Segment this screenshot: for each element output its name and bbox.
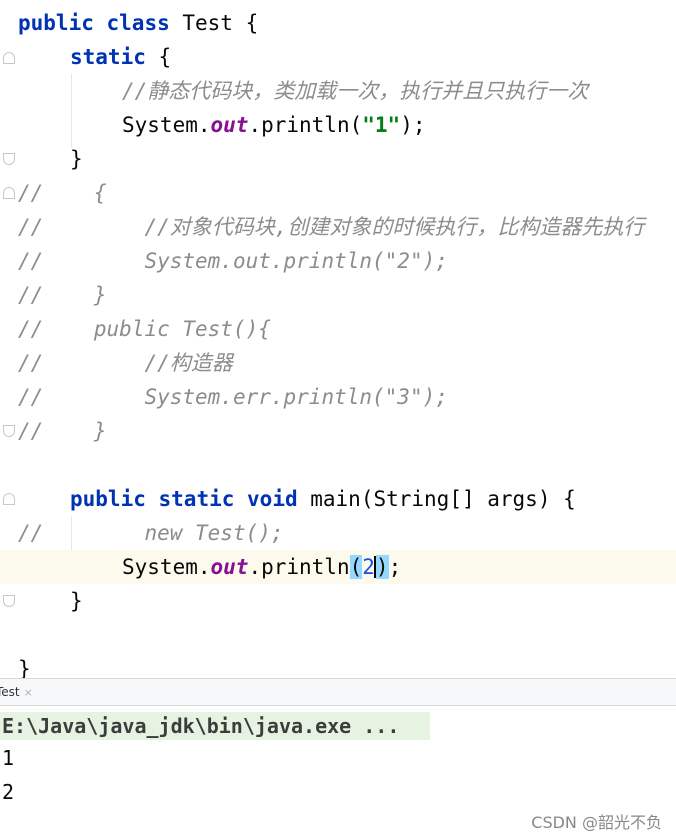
comment-prefix: //: [18, 351, 44, 375]
comment-prefix: //: [18, 249, 44, 273]
comment: {: [43, 181, 107, 205]
run-tool-window-tabs: Test ×: [0, 678, 676, 706]
code-line: static {: [0, 40, 676, 74]
comment: new Test();: [43, 521, 284, 545]
code-text: );: [400, 113, 426, 137]
code-line: }: [0, 142, 676, 176]
code-text: {: [145, 45, 172, 69]
code-line: // }: [0, 278, 676, 312]
method-signature: main(String[] args) {: [297, 487, 576, 511]
watermark: CSDN @韶光不负: [531, 813, 662, 832]
current-code-line[interactable]: System.out.println(2);: [0, 550, 676, 584]
code-editor[interactable]: public class Test { static { //静态代码块，类加载…: [0, 0, 676, 678]
static-field: out: [210, 113, 249, 137]
code-text: }: [18, 657, 31, 678]
code-line: //静态代码块，类加载一次，执行并且只执行一次: [0, 74, 676, 108]
comment: //对象代码块,创建对象的时候执行，比构造器先执行: [43, 215, 645, 239]
comment-prefix: //: [18, 419, 44, 443]
keyword: public: [18, 11, 94, 35]
code-text: ;: [388, 555, 402, 579]
code-line: public class Test {: [0, 6, 676, 40]
code-line: // System.err.println("3");: [0, 380, 676, 414]
comment-prefix: //: [18, 385, 44, 409]
comment-prefix: //: [18, 181, 44, 205]
string-literal: "1": [362, 113, 401, 137]
code-line: }: [0, 584, 676, 618]
run-console[interactable]: E:\Java\java_jdk\bin\java.exe ... 1 2 CS…: [0, 706, 676, 839]
comment-prefix: //: [18, 317, 44, 341]
code-text: }: [70, 147, 83, 171]
class-name: Test {: [169, 11, 259, 35]
comment-prefix: //: [18, 283, 44, 307]
comment-prefix: //: [18, 521, 44, 545]
code-line: // //对象代码块,创建对象的时候执行，比构造器先执行: [0, 210, 676, 244]
keyword: void: [247, 487, 298, 511]
run-command-line: E:\Java\java_jdk\bin\java.exe ...: [0, 712, 430, 740]
keyword: static: [158, 487, 235, 511]
tab-label: Test: [0, 685, 20, 699]
code-line: public static void main(String[] args) {: [0, 482, 676, 516]
code-line: // {: [0, 176, 676, 210]
comment: System.err.println("3");: [43, 385, 448, 409]
code-line: // //构造器: [0, 346, 676, 380]
code-text: System.: [122, 555, 211, 579]
code-text: System.: [122, 113, 211, 137]
keyword: class: [106, 11, 170, 35]
code-text: .println: [248, 555, 350, 579]
comment: System.out.println("2");: [43, 249, 448, 273]
console-output-line: 1: [2, 746, 15, 770]
code-line: // public Test(){: [0, 312, 676, 346]
tab-test[interactable]: Test ×: [0, 679, 39, 706]
static-field: out: [210, 555, 249, 579]
code-text: }: [70, 589, 83, 613]
console-output-line: 2: [2, 780, 15, 804]
close-icon[interactable]: ×: [24, 686, 33, 699]
code-text: .println(: [248, 113, 363, 137]
matched-paren: (: [349, 555, 363, 579]
code-line: }: [0, 652, 676, 678]
comment: //静态代码块，类加载一次，执行并且只执行一次: [122, 79, 589, 103]
comment: //构造器: [43, 351, 233, 375]
comment: }: [43, 419, 107, 443]
code-line: // System.out.println("2");: [0, 244, 676, 278]
comment: }: [43, 283, 107, 307]
keyword: public: [70, 487, 146, 511]
matched-paren: ): [375, 555, 389, 579]
code-line: // new Test();: [0, 516, 676, 550]
code-line: // }: [0, 414, 676, 448]
comment-prefix: //: [18, 215, 44, 239]
code-line: System.out.println("1");: [0, 108, 676, 142]
keyword: static: [70, 45, 146, 69]
comment: public Test(){: [43, 317, 271, 341]
